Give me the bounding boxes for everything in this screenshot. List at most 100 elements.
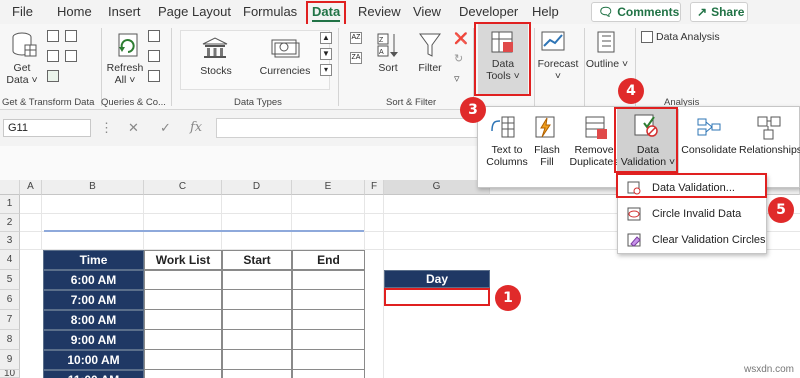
menu-page-layout[interactable]: Page Layout — [158, 4, 231, 19]
row-header-4[interactable]: 4 — [0, 250, 20, 270]
row-header-1[interactable]: 1 — [0, 195, 20, 214]
ribbon: Get Data ˅ Get & Transform Data Refresh … — [0, 22, 800, 110]
menu-help[interactable]: Help — [532, 4, 559, 19]
get-data-button[interactable]: Get Data ˅ — [4, 62, 40, 86]
share-label: Share — [711, 5, 745, 19]
row-header-9[interactable]: 9 — [0, 350, 20, 370]
share-button[interactable]: ↗ Share — [690, 2, 748, 22]
relationships-icon — [756, 115, 782, 141]
name-box[interactable]: G11 — [3, 119, 91, 137]
step-badge-5: 5 — [768, 197, 794, 223]
start-column[interactable] — [222, 270, 292, 378]
sort-icon: ZA — [376, 30, 402, 60]
time-cell[interactable]: 7:00 AM — [43, 290, 144, 310]
menu-formulas[interactable]: Formulas — [243, 4, 297, 19]
time-cell[interactable]: 6:00 AM — [43, 270, 144, 290]
flash-fill-button[interactable]: Flash Fill — [532, 144, 562, 168]
gallery-up-icon[interactable]: ▲ — [320, 32, 332, 44]
watermark: wsxdn.com — [743, 364, 794, 375]
remove-duplicates-icon — [583, 115, 609, 141]
table-row-line — [144, 349, 365, 350]
menu-home[interactable]: Home — [57, 4, 92, 19]
refresh-icon — [113, 30, 141, 60]
forecast-button[interactable]: Forecast ˅ — [534, 58, 582, 82]
properties-icon[interactable] — [148, 50, 160, 62]
from-table-icon[interactable] — [47, 70, 59, 82]
row-header-6[interactable]: 6 — [0, 290, 20, 310]
reapply-icon[interactable]: ↻ — [454, 52, 466, 65]
advanced-filter-icon[interactable]: ▿ — [454, 72, 466, 85]
menu-insert[interactable]: Insert — [108, 4, 141, 19]
circle-invalid-icon — [627, 207, 641, 221]
menu-item-clear-validation-circles[interactable]: Clear Validation Circles — [618, 227, 768, 253]
column-header-c[interactable]: C — [144, 180, 222, 195]
column-header-b[interactable]: B — [42, 180, 144, 195]
menu-view[interactable]: View — [413, 4, 441, 19]
sort-za-icon[interactable]: ZA — [350, 52, 362, 64]
column-header-a[interactable]: A — [20, 180, 42, 195]
menu-file[interactable]: File — [12, 4, 33, 19]
currencies-icon — [270, 36, 300, 60]
data-analysis-button[interactable]: Data Analysis — [656, 31, 720, 43]
gallery-expand-icon[interactable]: ▾ — [320, 64, 332, 76]
table-header-start: Start — [222, 250, 292, 270]
day-header: Day — [384, 270, 490, 288]
consolidate-button[interactable]: Consolidate — [679, 144, 739, 156]
get-data-icon — [10, 30, 38, 60]
row-header-5[interactable]: 5 — [0, 270, 20, 290]
time-cell[interactable]: 9:00 AM — [43, 330, 144, 350]
menu-item-circle-invalid-data[interactable]: Circle Invalid Data — [618, 201, 768, 227]
existing-connections-icon[interactable] — [65, 50, 77, 62]
gallery-down-icon[interactable]: ▼ — [320, 48, 332, 60]
queries-connections-icon[interactable] — [148, 30, 160, 42]
from-text-icon[interactable] — [47, 30, 59, 42]
step-badge-1: 1 — [495, 285, 521, 311]
sort-button[interactable]: Sort — [372, 62, 404, 74]
cancel-icon[interactable]: ✕ — [128, 120, 139, 136]
sort-az-icon[interactable]: AZ — [350, 32, 362, 44]
from-web-icon[interactable] — [47, 50, 59, 62]
column-header-d[interactable]: D — [222, 180, 292, 195]
recent-sources-icon[interactable] — [65, 30, 77, 42]
highlight-data-validation — [614, 107, 678, 173]
time-cell[interactable]: 8:00 AM — [43, 310, 144, 330]
refresh-all-button[interactable]: Refresh All ˅ — [104, 62, 146, 86]
currencies-button[interactable]: Currencies — [257, 65, 313, 77]
step-badge-3: 3 — [460, 97, 486, 123]
stocks-button[interactable]: Stocks — [196, 65, 236, 77]
work-list-column[interactable] — [144, 270, 222, 378]
enter-icon[interactable]: ✓ — [160, 120, 171, 136]
menu-review[interactable]: Review — [358, 4, 401, 19]
svg-text:Z: Z — [379, 37, 384, 44]
comments-button[interactable]: 🗨 Comments — [591, 2, 681, 22]
row-header-7[interactable]: 7 — [0, 310, 20, 330]
stocks-icon — [201, 36, 229, 60]
edit-links-icon[interactable] — [148, 70, 160, 82]
insert-function-icon[interactable]: fx — [190, 120, 202, 135]
clear-filter-icon[interactable]: ❌ — [454, 32, 468, 45]
relationships-button[interactable]: Relationships — [739, 144, 800, 156]
column-header-f[interactable]: F — [365, 180, 384, 195]
end-column[interactable] — [292, 270, 365, 378]
column-header-g[interactable]: G — [384, 180, 490, 195]
time-cell[interactable]: 11:00 AM — [43, 370, 144, 378]
formula-input[interactable] — [216, 118, 478, 138]
table-header-time: Time — [43, 250, 144, 270]
row-header-2[interactable]: 2 — [0, 214, 20, 232]
comment-icon: 🗨 — [598, 5, 614, 19]
row-header-10[interactable]: 10 — [0, 370, 20, 378]
time-cell[interactable]: 10:00 AM — [43, 350, 144, 370]
row-header-3[interactable]: 3 — [0, 232, 20, 250]
column-header-e[interactable]: E — [292, 180, 365, 195]
day-input-cell[interactable] — [384, 288, 490, 306]
select-all-corner[interactable] — [0, 180, 20, 195]
menu-developer[interactable]: Developer — [459, 4, 518, 19]
row-header-8[interactable]: 8 — [0, 330, 20, 350]
outline-button[interactable]: Outline ˅ — [585, 58, 629, 70]
group-separator — [171, 28, 172, 106]
text-to-columns-button[interactable]: Text to Columns — [482, 144, 532, 168]
group-separator — [101, 28, 102, 106]
menu-bar: File Home Insert Page Layout Formulas Da… — [0, 0, 800, 24]
table-row-line — [144, 309, 365, 310]
filter-button[interactable]: Filter — [414, 62, 446, 74]
